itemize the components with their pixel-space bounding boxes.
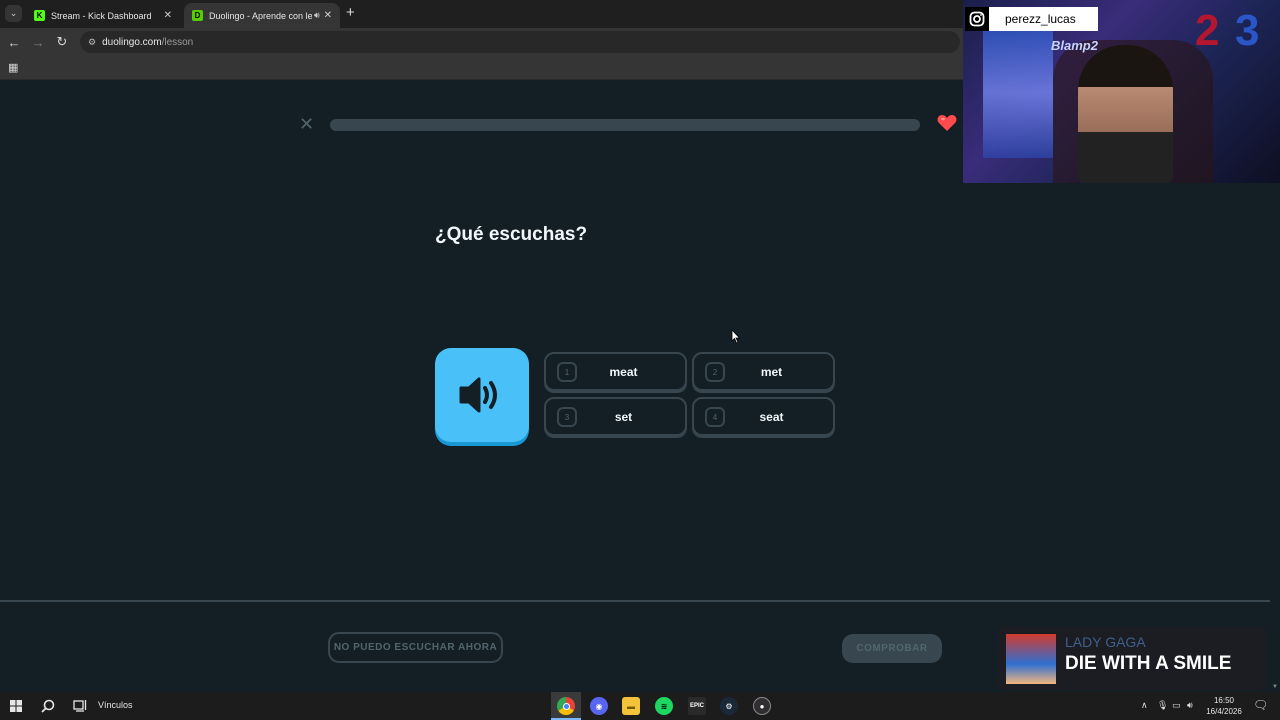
close-lesson-icon[interactable]: ✕	[299, 115, 314, 133]
now-playing-title: DIE WITH A SMILE	[1065, 653, 1232, 674]
tab-search-icon[interactable]: ⌄	[5, 5, 22, 22]
address-bar[interactable]: ⚙︎ duolingo.com/lesson	[80, 31, 960, 53]
tab-audio-icon[interactable]: 🔊︎	[314, 10, 320, 21]
volume-icon[interactable]: 🔊︎	[1187, 700, 1193, 711]
option-met[interactable]: 2 met	[692, 352, 835, 391]
epic-games-icon[interactable]: EPIC	[688, 697, 706, 715]
search-icon[interactable]	[39, 697, 57, 715]
url-path: /lesson	[161, 36, 194, 48]
task-view-icon[interactable]	[71, 697, 89, 715]
apps-grid-icon[interactable]: ▦	[8, 61, 18, 74]
clock-time: 16:50	[1213, 696, 1235, 705]
reload-icon[interactable]: ↻	[53, 33, 71, 51]
chrome-icon[interactable]	[557, 697, 575, 715]
balloon-number: 3	[1235, 6, 1260, 55]
speaker-icon	[459, 377, 497, 413]
network-icon[interactable]: ▭	[1172, 700, 1181, 711]
kick-favicon-icon: K	[34, 10, 45, 21]
back-arrow-icon[interactable]: ←	[5, 33, 23, 51]
scroll-down-arrow-icon[interactable]: ▼	[1272, 684, 1278, 690]
discord-icon[interactable]: ◉	[590, 697, 608, 715]
instagram-icon	[965, 7, 989, 31]
new-tab-button[interactable]: +	[346, 4, 355, 21]
obs-icon[interactable]: ●	[753, 697, 771, 715]
option-number: 4	[705, 407, 725, 427]
option-number: 3	[557, 407, 577, 427]
option-number: 1	[557, 362, 577, 382]
mouse-cursor-icon	[731, 328, 741, 349]
duolingo-favicon-icon: D	[192, 10, 203, 21]
balloon-number: 2	[1195, 6, 1220, 55]
webcam-window-light	[983, 28, 1053, 158]
album-art	[1006, 634, 1056, 684]
windows-start-icon[interactable]	[8, 697, 24, 715]
tray-overflow-icon[interactable]: ∧	[1141, 700, 1148, 711]
url-host: duolingo.com	[102, 36, 162, 48]
file-explorer-icon[interactable]: ▬	[622, 697, 640, 715]
tab-title: Stream - Kick Dashboard	[51, 10, 152, 21]
clock-date: 16/4/2026	[1206, 707, 1242, 716]
instagram-handle-bar: perezz_lucas	[965, 7, 1098, 31]
spotify-icon[interactable]: ≋	[655, 697, 673, 715]
footer-divider	[0, 600, 1270, 602]
microphone-icon[interactable]: 🎙︎	[1157, 700, 1168, 711]
now-playing-widget: LADY GAGA DIE WITH A SMILE	[998, 626, 1266, 690]
option-meat[interactable]: 1 meat	[544, 352, 687, 391]
option-seat[interactable]: 4 seat	[692, 397, 835, 436]
option-set[interactable]: 3 set	[544, 397, 687, 436]
screen: ⌄ K Stream - Kick Dashboard ✕ D Duolingo…	[0, 0, 1280, 720]
taskbar: Vínculos ◉ ▬ ≋ EPIC ⚙︎ ● ∧ 🎙︎ ▭ 🔊︎ 16:50…	[0, 692, 1280, 720]
now-playing-artist: LADY GAGA	[1065, 634, 1146, 650]
play-audio-button[interactable]	[435, 348, 529, 442]
tab-duolingo[interactable]: D Duolingo - Aprende con lecciones 🔊︎ ✕	[184, 3, 340, 28]
check-button[interactable]: COMPROBAR	[842, 634, 942, 663]
forward-arrow-icon[interactable]: →	[29, 33, 47, 51]
tab-title: Duolingo - Aprende con lecciones	[209, 10, 312, 21]
site-info-icon[interactable]: ⚙︎	[88, 37, 96, 48]
webcam-neon-sign: Blamp2	[1051, 38, 1098, 53]
webcam-overlay: Blamp2 2 3 perezz_lucas	[963, 0, 1280, 183]
steam-icon[interactable]: ⚙︎	[720, 697, 738, 715]
instagram-handle: perezz_lucas	[1005, 12, 1076, 26]
taskbar-clock[interactable]: 16:50 16/4/2026	[1203, 695, 1245, 717]
lesson-progress-bar	[330, 119, 920, 131]
tab-close-icon[interactable]: ✕	[164, 10, 172, 21]
tab-kick-dashboard[interactable]: K Stream - Kick Dashboard ✕	[26, 3, 180, 28]
tab-close-icon[interactable]: ✕	[324, 10, 332, 21]
option-number: 2	[705, 362, 725, 382]
webcam-streamer	[1078, 45, 1173, 183]
notifications-icon[interactable]: 🗨︎	[1253, 698, 1268, 712]
links-toolbar-label[interactable]: Vínculos	[98, 700, 133, 710]
heart-icon	[937, 114, 957, 137]
cant-listen-button[interactable]: NO PUEDO ESCUCHAR AHORA	[328, 632, 503, 663]
challenge-prompt: ¿Qué escuchas?	[435, 224, 588, 245]
